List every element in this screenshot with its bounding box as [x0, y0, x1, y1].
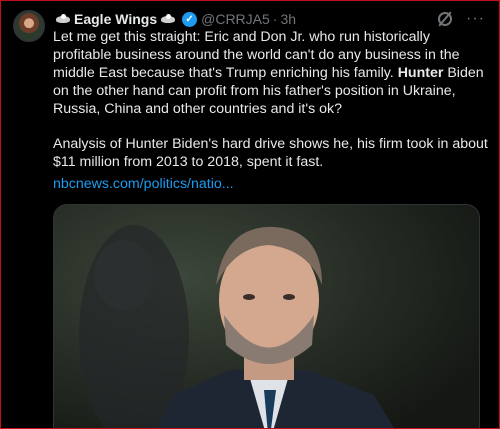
tweet-header: Eagle Wings ✓ @CRRJA5 · 3h ··· [53, 9, 485, 29]
tweet[interactable]: Eagle Wings ✓ @CRRJA5 · 3h ··· Let me ge… [0, 0, 500, 429]
grok-icon[interactable] [438, 12, 453, 26]
media-image[interactable] [53, 204, 480, 428]
author-handle[interactable]: @CRRJA5 [201, 11, 270, 27]
verified-badge-icon[interactable]: ✓ [182, 11, 198, 27]
hunter-highlight: Hunter [397, 64, 444, 81]
article-link[interactable]: nbcnews.com/politics/natio... [53, 176, 234, 192]
avatar[interactable] [13, 10, 45, 42]
author-name[interactable]: Eagle Wings [74, 11, 157, 27]
eagle-emoji-icon [161, 13, 176, 25]
separator: · [272, 11, 278, 27]
tweet-text-paragraph: Analysis of Hunter Biden's hard drive sh… [53, 136, 492, 171]
photo [54, 205, 479, 428]
eagle-emoji-icon [56, 13, 70, 25]
post-time[interactable]: 3h [280, 11, 296, 27]
tweet-text: Let me get this straight: Eric and Don J… [53, 29, 489, 172]
more-options-icon[interactable]: ··· [466, 11, 485, 27]
